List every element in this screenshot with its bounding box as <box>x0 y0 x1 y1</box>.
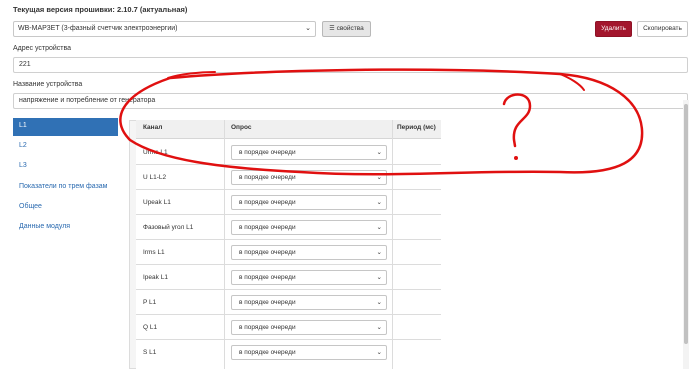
annotation-question-mark <box>502 93 532 148</box>
annotation-scribble <box>119 68 644 176</box>
red-annotation-overlay <box>119 68 644 176</box>
annotation-question-dot <box>514 156 518 160</box>
